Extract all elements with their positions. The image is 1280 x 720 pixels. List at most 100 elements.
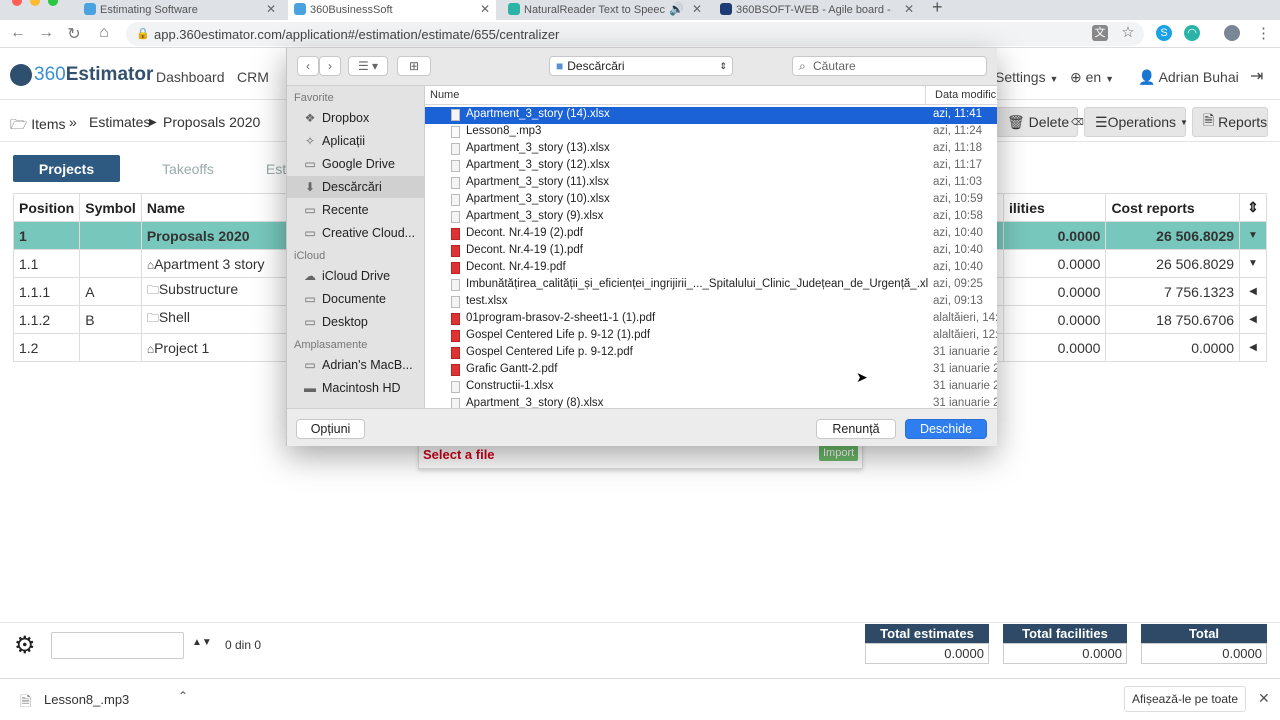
options-button[interactable]: Opțiuni	[296, 419, 365, 439]
forward-arrow-icon[interactable]: →	[36, 24, 56, 42]
url-bar[interactable]: 🔒 app.360estimator.com/application#/esti…	[126, 22, 1144, 46]
sidebar-item-applications[interactable]: ✧ Aplicații	[287, 130, 424, 152]
tab-projects[interactable]: Projects	[13, 155, 120, 182]
expand-toggle-icon[interactable]: ◀	[1239, 333, 1267, 362]
close-tab-icon[interactable]: ✕	[692, 2, 702, 16]
audio-playing-icon[interactable]: 🔊	[669, 2, 684, 16]
page-input[interactable]	[51, 632, 184, 659]
sidebar-item-laptop[interactable]: ▭ Adrian's MacB...	[287, 354, 424, 376]
view-options-icon[interactable]: ☰ ▾	[348, 56, 388, 76]
file-row[interactable]: Apartment_3_story (14).xlsx azi, 11:41	[425, 107, 997, 124]
file-row[interactable]: Imbunătățirea_calității_și_eficienței_in…	[425, 277, 997, 294]
file-row[interactable]: Apartment_3_story (10).xlsx azi, 10:59	[425, 192, 997, 209]
file-row[interactable]: Decont. Nr.4-19 (1).pdf azi, 10:40	[425, 243, 997, 260]
back-arrow-icon[interactable]: ←	[8, 24, 28, 42]
file-row[interactable]: Apartment_3_story (9).xlsx azi, 10:58	[425, 209, 997, 226]
sort-icon[interactable]: ⇕	[1239, 193, 1267, 222]
new-folder-icon[interactable]: ⊞	[397, 56, 431, 76]
col-position[interactable]: Position	[12, 193, 81, 222]
file-row[interactable]: Apartment_3_story (11).xlsx azi, 11:03	[425, 175, 997, 192]
location-popup[interactable]: ■ Descărcări ⇕	[549, 56, 733, 76]
close-tab-icon[interactable]: ✕	[266, 2, 276, 16]
reload-icon[interactable]: ↻	[64, 24, 84, 44]
tab-estimates[interactable]: Est	[266, 155, 286, 182]
language-menu[interactable]: ⊕ en ▼	[1070, 69, 1114, 86]
file-row[interactable]: Constructii-1.xlsx 31 ianuarie 2	[425, 379, 997, 396]
sidebar-item-folder[interactable]: ▭ Desktop	[287, 311, 424, 333]
sidebar-item-folder[interactable]: ▭ Recente	[287, 199, 424, 221]
menu-dashboard[interactable]: Dashboard	[156, 69, 225, 85]
file-row[interactable]: Gospel Centered Life p. 9-12 (1).pdf alal…	[425, 328, 997, 345]
sidebar-item-dropbox[interactable]: ❖ Dropbox	[287, 107, 424, 129]
expand-toggle-icon[interactable]: ▼	[1239, 249, 1267, 278]
show-all-downloads-button[interactable]: Afișează-le pe toate	[1124, 686, 1246, 712]
operations-button[interactable]: ☰ Operations ▼	[1084, 107, 1188, 137]
settings-menu[interactable]: Settings ▼	[995, 69, 1058, 85]
file-row[interactable]: Lesson8_.mp3 azi, 11:24	[425, 124, 997, 141]
sidebar-item-disk[interactable]: ▬ Macintosh HD	[287, 377, 424, 399]
gear-icon[interactable]: ⚙	[14, 631, 36, 660]
tab-takeoffs[interactable]: Takeoffs	[140, 155, 236, 182]
browser-tab[interactable]: Estimating Software ✕	[78, 0, 282, 20]
close-window-dot[interactable]	[12, 0, 22, 6]
expand-toggle-icon[interactable]: ◀	[1239, 277, 1267, 306]
minimize-window-dot[interactable]	[30, 0, 40, 6]
reports-button[interactable]: 🗎 Reports	[1192, 107, 1268, 137]
browser-tab[interactable]: NaturalReader Text to Speec 🔊 ✕	[502, 0, 708, 20]
house-icon: ⌂	[146, 257, 155, 272]
zoom-window-dot[interactable]	[48, 0, 58, 6]
file-row[interactable]: Apartment_3_story (8).xlsx 31 ianuarie 2	[425, 396, 997, 408]
browser-tab[interactable]: 360BSOFT-WEB - Agile board - ✕	[714, 0, 920, 20]
file-row[interactable]: Apartment_3_story (13).xlsx azi, 11:18	[425, 141, 997, 158]
file-row[interactable]: Decont. Nr.4-19 (2).pdf azi, 10:40	[425, 226, 997, 243]
file-row[interactable]: Apartment_3_story (12).xlsx azi, 11:17	[425, 158, 997, 175]
import-button[interactable]: Import	[819, 445, 859, 461]
open-button[interactable]: Deschide	[905, 419, 987, 439]
breadcrumb-items[interactable]: 🗁 Items	[10, 114, 66, 138]
browser-menu-icon[interactable]: ⋮	[1256, 24, 1271, 42]
expand-toggle-icon[interactable]: ▼	[1239, 221, 1267, 250]
app-logo[interactable]: 360 Estimator	[10, 64, 153, 86]
download-options-icon[interactable]: ⌃	[178, 689, 188, 703]
skype-icon[interactable]: S	[1156, 25, 1172, 41]
col-symbol[interactable]: Symbol	[79, 193, 142, 222]
close-tab-icon[interactable]: ✕	[904, 2, 914, 16]
cancel-button[interactable]: Renunță	[816, 419, 896, 439]
sidebar-item-downloads[interactable]: ⬇ Descărcări	[287, 176, 424, 198]
col-date-header[interactable]: Data modific	[935, 89, 997, 101]
page-up-down-icon[interactable]: ▲▼	[192, 637, 212, 648]
profile-avatar[interactable]	[1224, 25, 1240, 41]
select-file-label[interactable]: Select a file	[423, 447, 495, 462]
col-name-header[interactable]: Nume	[430, 89, 459, 101]
bookmark-star-icon[interactable]: ☆	[1120, 25, 1136, 41]
close-tab-icon[interactable]: ✕	[480, 2, 490, 16]
sidebar-item-cloud[interactable]: ☁ iCloud Drive	[287, 265, 424, 287]
home-icon[interactable]: ⌂	[94, 24, 114, 42]
col-facilities[interactable]: ilities	[1002, 193, 1107, 222]
delete-button[interactable]: 🗑 Delete ⌫	[996, 107, 1084, 137]
file-row[interactable]: 01program-brasov-2-sheet1-1 (1).pdf alalt…	[425, 311, 997, 328]
sidebar-item-folder[interactable]: ▭ Documente	[287, 288, 424, 310]
file-row[interactable]: Decont. Nr.4-19.pdf azi, 10:40	[425, 260, 997, 277]
col-cost-reports[interactable]: Cost reports	[1105, 193, 1241, 222]
dialog-forward-icon[interactable]: ›	[319, 56, 341, 76]
logout-icon[interactable]: ⇥	[1250, 66, 1263, 86]
headphones-icon[interactable]: ◠	[1184, 25, 1200, 41]
expand-toggle-icon[interactable]: ◀	[1239, 305, 1267, 334]
dialog-back-icon[interactable]: ‹	[297, 56, 319, 76]
close-downloads-icon[interactable]: ✕	[1258, 690, 1270, 707]
sidebar-item-folder[interactable]: ▭ Creative Cloud...	[287, 222, 424, 244]
file-row[interactable]: Grafic Gantt-2.pdf 31 ianuarie 2	[425, 362, 997, 379]
user-menu[interactable]: 👤 Adrian Buhai	[1138, 69, 1239, 86]
browser-tab-active[interactable]: 360BusinessSoft ✕	[288, 0, 496, 20]
new-tab-button[interactable]: +	[932, 0, 943, 18]
file-row[interactable]: test.xlsx azi, 09:13	[425, 294, 997, 311]
search-field[interactable]: ⌕ Căutare	[792, 56, 987, 76]
sidebar-item-folder[interactable]: ▭ Google Drive	[287, 153, 424, 175]
translate-icon[interactable]: 文	[1092, 25, 1108, 41]
download-item[interactable]: Lesson8_.mp3	[44, 692, 129, 707]
menu-crm[interactable]: CRM	[237, 69, 269, 85]
file-row[interactable]: Gospel Centered Life p. 9-12.pdf 31 ianua…	[425, 345, 997, 362]
tab-title: 360BSOFT-WEB - Agile board -	[736, 4, 891, 16]
breadcrumb-estimates[interactable]: Estimates	[89, 114, 150, 130]
